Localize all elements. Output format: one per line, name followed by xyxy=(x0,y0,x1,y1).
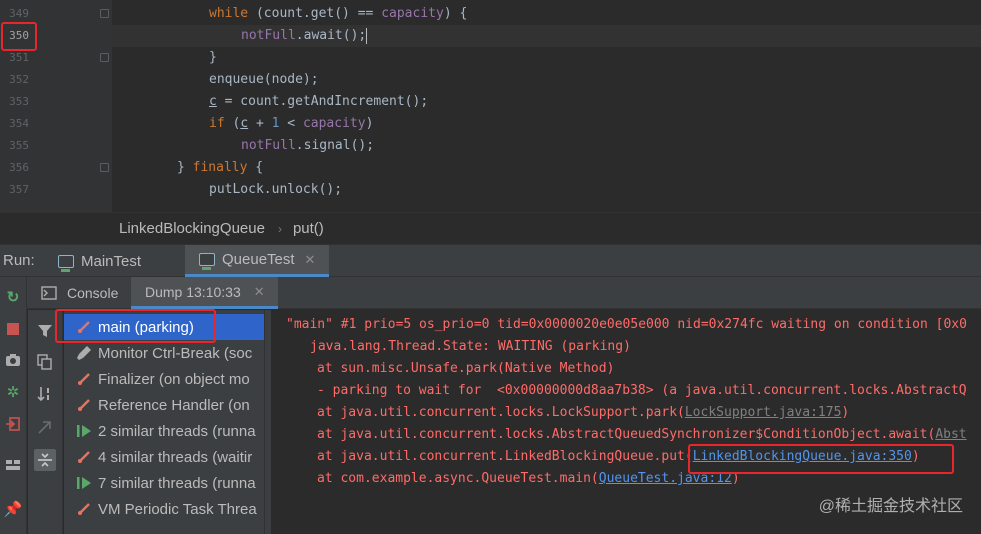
filter-icon[interactable] xyxy=(34,320,56,342)
highlight-box-main-thread xyxy=(55,309,216,343)
restore-layout-icon[interactable]: ✲ xyxy=(3,382,23,402)
console-subtabs: Console Dump 13:10:33 ✕ xyxy=(27,277,981,309)
exit-icon[interactable] xyxy=(3,414,23,434)
thread-item[interactable]: VM Periodic Task Threa xyxy=(64,496,264,522)
stack-frame: at sun.misc.Unsafe.park(Native Method) xyxy=(317,361,615,376)
thread-item[interactable]: 4 similar threads (waitir xyxy=(64,444,264,470)
merge-similar-icon[interactable] xyxy=(34,449,56,471)
breadcrumb: LinkedBlockingQueue › put() xyxy=(0,212,981,244)
thread-label: Finalizer (on object mo xyxy=(98,370,250,388)
watermark: @稀土掘金技术社区 xyxy=(818,498,963,515)
tab-label: MainTest xyxy=(81,252,142,270)
breadcrumb-class[interactable]: LinkedBlockingQueue xyxy=(119,220,265,237)
code-editor[interactable]: 349 350 351 352 353 354 355 356 357 whil… xyxy=(0,0,981,212)
console-icon xyxy=(41,286,57,300)
tab-console[interactable]: Console xyxy=(41,277,128,309)
line-number: 355 xyxy=(9,139,29,152)
dump-toolbar xyxy=(28,310,63,534)
line-number: 356 xyxy=(9,161,29,174)
stack-frame: at java.util.concurrent.locks.LockSuppor… xyxy=(317,405,850,420)
layout-icon[interactable] xyxy=(3,455,23,475)
fold-marker-icon[interactable] xyxy=(100,163,109,172)
run-tool-window-header: Run: MainTest QueueTest ✕ xyxy=(0,244,981,277)
fold-marker-icon[interactable] xyxy=(100,9,109,18)
dump-header-line: "main" #1 prio=5 os_prio=0 tid=0x0000020… xyxy=(286,317,967,332)
thread-label: 4 similar threads (waitir xyxy=(98,448,253,466)
running-thread-icon xyxy=(74,343,94,363)
code-line-350: notFull.await(); xyxy=(112,25,981,47)
camera-icon[interactable] xyxy=(3,350,23,370)
tab-queue-test[interactable]: QueueTest ✕ xyxy=(185,245,330,277)
tab-label: QueueTest xyxy=(222,251,295,268)
thread-label: Reference Handler (on xyxy=(98,396,250,414)
line-number: 353 xyxy=(9,95,29,108)
copy-icon[interactable] xyxy=(34,351,56,373)
line-number: 357 xyxy=(9,183,29,196)
thread-item[interactable]: Monitor Ctrl-Break (soc xyxy=(64,340,264,366)
run-config-icon xyxy=(58,254,74,272)
thread-item[interactable]: Reference Handler (on xyxy=(64,392,264,418)
stack-frame: - parking to wait for <0x00000000d8aa7b3… xyxy=(317,383,967,398)
code-line-355: notFull.signal(); xyxy=(241,138,375,153)
run-label: Run: xyxy=(3,252,35,269)
similar-threads-running-icon xyxy=(74,473,94,493)
code-line-349: while (count.get() == capacity) { xyxy=(209,6,468,21)
stack-frame: at java.util.concurrent.locks.AbstractQu… xyxy=(317,427,967,442)
thread-item[interactable]: 7 similar threads (runna xyxy=(64,470,264,496)
stack-frame: at com.example.async.QueueTest.main(Queu… xyxy=(317,471,740,486)
code-area[interactable]: while (count.get() == capacity) { notFul… xyxy=(112,0,981,212)
code-line-353: c = count.getAndIncrement(); xyxy=(209,94,429,109)
sort-icon[interactable] xyxy=(34,383,56,405)
thread-label: VM Periodic Task Threa xyxy=(98,500,257,518)
parked-thread-icon xyxy=(74,369,94,389)
line-number: 352 xyxy=(9,73,29,86)
thread-label: Monitor Ctrl-Break (soc xyxy=(98,344,253,362)
dump-state-line: java.lang.Thread.State: WAITING (parking… xyxy=(310,339,631,354)
breadcrumb-separator-icon: › xyxy=(277,221,282,236)
parked-thread-icon xyxy=(74,395,94,415)
thread-list[interactable]: main (parking) Monitor Ctrl-Break (soc F… xyxy=(64,310,264,534)
highlight-box-line-350 xyxy=(1,22,37,51)
thread-item[interactable]: Finalizer (on object mo xyxy=(64,366,264,392)
thread-label: 2 similar threads (runna xyxy=(98,422,256,440)
code-line-351: } xyxy=(209,50,217,65)
code-line-352: enqueue(node); xyxy=(209,72,319,87)
run-left-toolbar: ↻ ✲ 📌 xyxy=(0,277,27,534)
tab-label: Dump 13:10:33 xyxy=(145,283,241,300)
text-caret xyxy=(366,27,368,44)
pin-icon[interactable]: 📌 xyxy=(3,499,23,519)
close-icon[interactable]: ✕ xyxy=(254,284,265,300)
close-icon[interactable]: ✕ xyxy=(305,252,316,268)
stop-icon[interactable] xyxy=(3,319,23,339)
code-line-354: if (c + 1 < capacity) xyxy=(209,116,374,131)
panel-splitter[interactable] xyxy=(264,310,272,534)
tab-main-test[interactable]: MainTest xyxy=(58,245,153,277)
parked-thread-icon xyxy=(74,447,94,467)
tab-label: Console xyxy=(67,285,119,301)
tab-dump[interactable]: Dump 13:10:33 ✕ xyxy=(131,277,278,309)
rerun-icon[interactable]: ↻ xyxy=(3,287,23,307)
code-line-357: putLock.unlock(); xyxy=(209,182,343,197)
run-config-icon xyxy=(199,253,215,270)
source-link[interactable]: Abst xyxy=(935,427,966,442)
similar-threads-running-icon xyxy=(74,421,94,441)
thread-label: 7 similar threads (runna xyxy=(98,474,256,492)
thread-item[interactable]: 2 similar threads (runna xyxy=(64,418,264,444)
breadcrumb-method[interactable]: put() xyxy=(293,220,324,237)
parked-thread-icon xyxy=(74,499,94,519)
fold-marker-icon[interactable] xyxy=(100,53,109,62)
code-line-356: } finally { xyxy=(177,160,264,175)
line-number: 354 xyxy=(9,117,29,130)
export-icon[interactable] xyxy=(34,416,56,438)
highlight-box-source-link xyxy=(688,444,954,474)
source-link[interactable]: LockSupport.java:175 xyxy=(685,405,842,420)
